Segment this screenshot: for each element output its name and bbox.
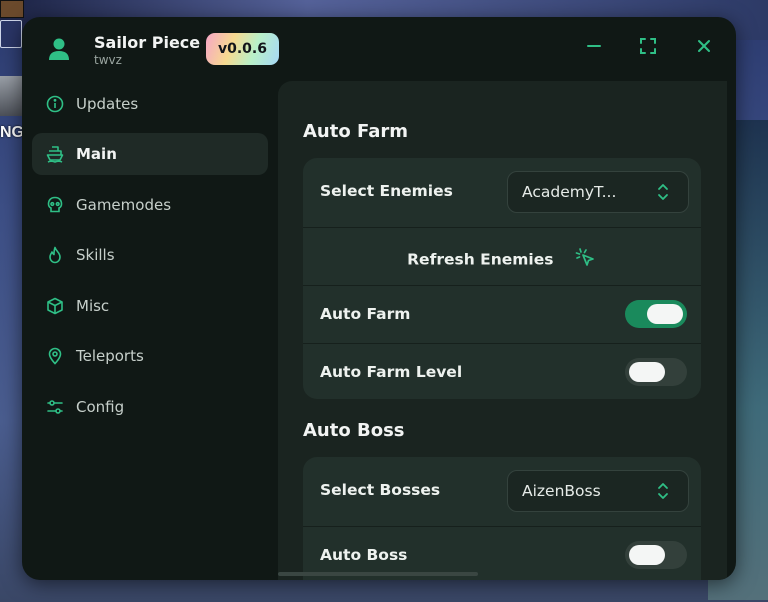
sidebar: Updates Main Gamemodes Skills Misc Telep…: [22, 81, 278, 580]
auto-farm-level-toggle[interactable]: [625, 358, 687, 386]
sidebar-item-teleports[interactable]: Teleports: [32, 335, 268, 377]
game-hud-image: [0, 76, 22, 116]
refresh-enemies-label: Refresh Enemies: [303, 247, 701, 273]
skull-icon: [46, 196, 64, 214]
toggle-knob: [647, 304, 683, 324]
flame-icon: [46, 246, 64, 264]
version-badge: v0.0.6: [206, 33, 279, 65]
app-subtitle: twvz: [94, 53, 122, 67]
select-enemies-label: Select Enemies: [320, 182, 453, 200]
select-enemies-value: AcademyT...: [522, 183, 617, 201]
minimize-icon: [586, 38, 602, 58]
chevron-up-down-icon: [656, 183, 670, 201]
auto-farm-level-label: Auto Farm Level: [320, 363, 463, 381]
scrollbar[interactable]: [278, 572, 478, 576]
auto-farm-toggle[interactable]: [625, 300, 687, 328]
sidebar-item-main[interactable]: Main: [32, 133, 268, 175]
select-bosses-value: AizenBoss: [522, 482, 601, 500]
toggle-knob: [629, 362, 665, 382]
auto-boss-toggle[interactable]: [625, 541, 687, 569]
select-bosses-label: Select Bosses: [320, 481, 441, 499]
close-button[interactable]: [693, 37, 715, 59]
game-thumbnail: [0, 0, 24, 18]
pointer-click-icon: [575, 247, 597, 273]
game-hud-box: [0, 20, 22, 48]
sidebar-item-label: Main: [76, 145, 117, 163]
info-icon: [46, 95, 64, 113]
auto-farm-row: Auto Farm: [303, 285, 701, 344]
refresh-enemies-button[interactable]: Refresh Enemies: [303, 227, 701, 286]
minimize-button[interactable]: [583, 37, 605, 59]
sidebar-item-label: Teleports: [76, 347, 144, 365]
sidebar-item-updates[interactable]: Updates: [32, 83, 268, 125]
auto-boss-label: Auto Boss: [320, 546, 408, 564]
location-pin-icon: [46, 347, 64, 365]
auto-farm-section-title: Auto Farm: [303, 121, 409, 142]
title-bar[interactable]: Sailor Piece twvz v0.0.6: [22, 17, 736, 81]
sidebar-item-config[interactable]: Config: [32, 386, 268, 428]
sidebar-item-label: Gamemodes: [76, 196, 172, 214]
sidebar-item-label: Skills: [76, 246, 115, 264]
sidebar-item-skills[interactable]: Skills: [32, 234, 268, 276]
toggle-knob: [629, 545, 665, 565]
sliders-icon: [46, 398, 64, 416]
maximize-icon: [639, 37, 657, 59]
select-bosses-row: Select Bosses AizenBoss: [303, 457, 701, 527]
box-icon: [46, 297, 64, 315]
auto-boss-section-title: Auto Boss: [303, 420, 405, 441]
sidebar-item-label: Config: [76, 398, 125, 416]
ship-icon: [46, 145, 64, 163]
refresh-enemies-text: Refresh Enemies: [407, 250, 554, 269]
app-title: Sailor Piece: [94, 33, 201, 52]
sidebar-item-label: Misc: [76, 297, 110, 315]
chevron-up-down-icon: [656, 482, 670, 500]
sidebar-item-label: Updates: [76, 95, 139, 113]
close-icon: [696, 38, 712, 58]
auto-farm-label: Auto Farm: [320, 305, 411, 323]
sidebar-item-gamemodes[interactable]: Gamemodes: [32, 184, 268, 226]
game-hud-text: NG: [0, 124, 24, 141]
select-bosses-dropdown[interactable]: AizenBoss: [507, 470, 689, 512]
auto-farm-group: Select Enemies AcademyT... Refresh Enemi…: [303, 158, 701, 399]
user-icon: [48, 37, 70, 61]
select-enemies-row: Select Enemies AcademyT...: [303, 158, 701, 228]
script-window: Sailor Piece twvz v0.0.6 Updates Main Ga…: [22, 17, 736, 580]
main-panel: Auto Farm Select Enemies AcademyT... Ref…: [278, 81, 727, 580]
sidebar-item-misc[interactable]: Misc: [32, 285, 268, 327]
auto-farm-level-row: Auto Farm Level: [303, 343, 701, 399]
select-enemies-dropdown[interactable]: AcademyT...: [507, 171, 689, 213]
maximize-button[interactable]: [637, 37, 659, 59]
auto-boss-group: Select Bosses AizenBoss Auto Boss: [303, 457, 701, 580]
